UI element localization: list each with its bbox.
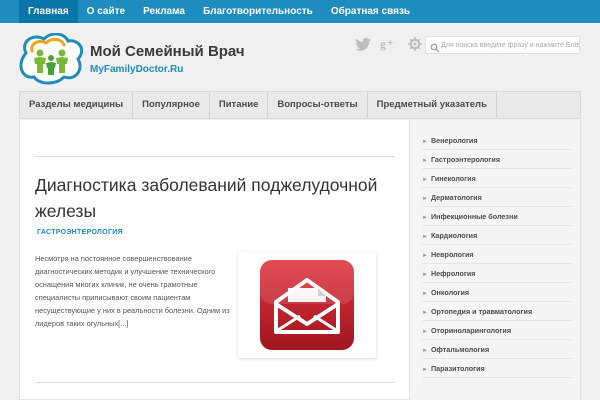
site-url[interactable]: MyFamilyDoctor.Ru [90,64,183,75]
arrow-icon: ► [422,348,428,354]
sidebar-item-ophthalmology[interactable]: ► Офтальмология [422,340,572,359]
sidebar-item-gastroenterology[interactable]: ► Гастроэнтерология [422,150,572,169]
category-list: ► Венерология ► Гастроэнтерология ► Гинекол… [422,131,572,378]
sidebar-item-neurology[interactable]: ► Неврология [422,245,572,264]
top-nav-contact[interactable]: Обратная связь [322,0,419,23]
sidebar-item-infectious-diseases[interactable]: ► Инфекционные болезни [422,207,572,226]
arrow-icon: ► [422,215,428,221]
divider [35,382,395,383]
mail-envelope-icon [260,260,354,350]
top-nav-advertising[interactable]: Реклама [134,0,194,23]
sidebar-item-otorhinolaryngology[interactable]: ► Оториноларингология [422,321,572,340]
divider [35,156,395,157]
arrow-icon: ► [422,310,428,316]
svg-text:g: g [380,38,386,51]
arrow-icon: ► [422,272,428,278]
top-nav-about[interactable]: О сайте [78,0,134,23]
top-navigation: Главная О сайте Реклама Благотворительно… [0,0,600,23]
sidebar: ► Венерология ► Гастроэнтерология ► Гинекол… [410,120,581,400]
arrow-icon: ► [422,158,428,164]
sidebar-item-dermatology[interactable]: ► Дерматология [422,188,572,207]
search-input[interactable] [441,37,579,53]
search-box [425,36,580,54]
social-links: g + [354,35,424,53]
arrow-icon: ► [422,196,428,202]
sidebar-item-venereology[interactable]: ► Венерология [422,131,572,150]
arrow-icon: ► [422,139,428,145]
arrow-icon: ► [422,253,428,259]
sidebar-item-oncology[interactable]: ► Онкология [422,283,572,302]
google-plus-icon[interactable]: g + [380,35,398,53]
settings-icon[interactable] [406,35,424,53]
sidebar-item-parasitology[interactable]: ► Паразитология [422,359,572,378]
site-header: Мой Семейный Врач MyFamilyDoctor.Ru g + [0,23,600,91]
post-category[interactable]: ГАСТРОЭНТЕРОЛОГИЯ [37,229,123,236]
post-thumbnail[interactable] [238,252,376,358]
arrow-icon: ► [422,329,428,335]
main-nav-qa[interactable]: Вопросы-ответы [268,92,368,118]
post-title[interactable]: Диагностика заболеваний поджелудочной же… [35,172,405,224]
main-content: Диагностика заболеваний поджелудочной же… [19,120,410,400]
sidebar-item-nephrology[interactable]: ► Нефрология [422,264,572,283]
sidebar-item-gynecology[interactable]: ► Гинекология [422,169,572,188]
svg-text:+: + [388,37,393,47]
arrow-icon: ► [422,367,428,373]
search-icon[interactable] [430,40,440,53]
arrow-icon: ► [422,234,428,240]
main-nav-nutrition[interactable]: Питание [210,92,269,118]
top-nav-home[interactable]: Главная [19,0,78,23]
top-nav-charity[interactable]: Благотворительность [194,0,322,23]
site-title[interactable]: Мой Семейный Врач [90,43,245,60]
post-excerpt: Несмотря на постоянное совершенствование… [35,254,230,328]
arrow-icon: ► [422,291,428,297]
main-nav-medicine-sections[interactable]: Разделы медицины [20,92,134,118]
site-logo[interactable] [18,32,84,85]
main-nav-popular[interactable]: Популярное [133,92,210,118]
sidebar-item-orthopedics[interactable]: ► Ортопедия и травматология [422,302,572,321]
twitter-icon[interactable] [354,35,372,53]
sidebar-item-cardiology[interactable]: ► Кардиология [422,226,572,245]
arrow-icon: ► [422,177,428,183]
main-nav-subject-index[interactable]: Предметный указатель [368,92,497,118]
main-navigation: Разделы медицины Популярное Питание Вопр… [19,91,581,119]
